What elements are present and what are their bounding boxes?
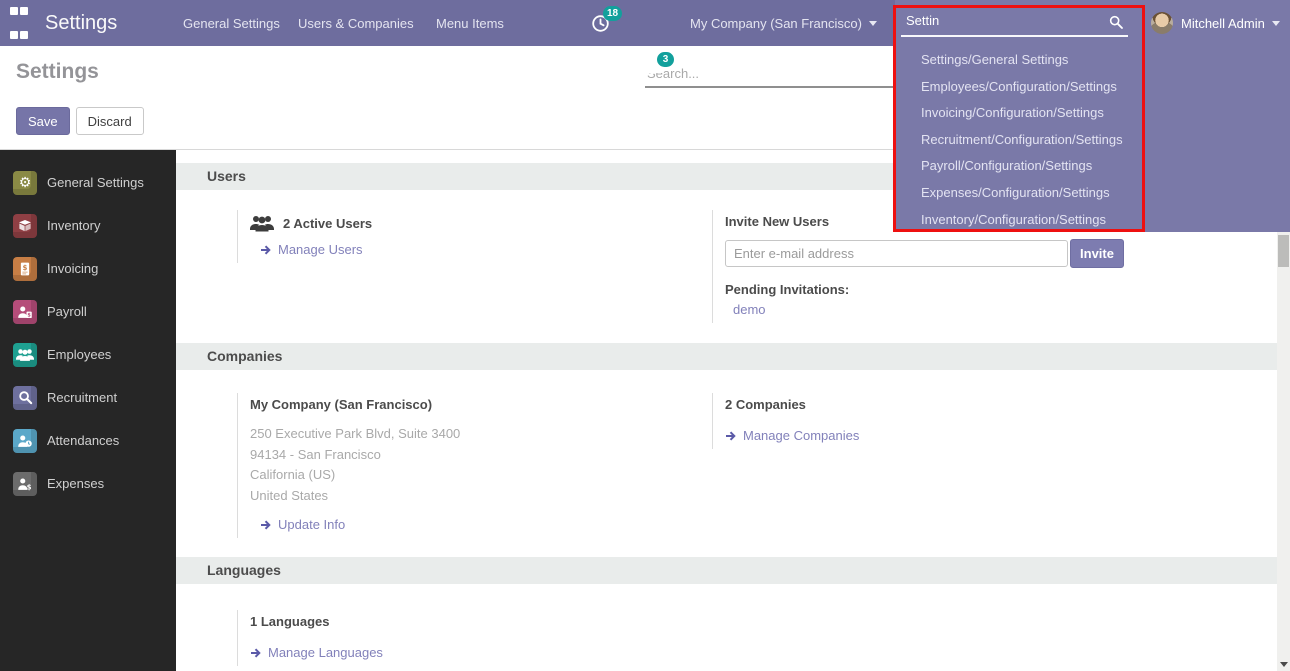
nav-item-menu-items[interactable]: Menu Items: [436, 0, 504, 46]
user-menu[interactable]: Mitchell Admin: [1151, 0, 1280, 46]
sidebar-item-employees[interactable]: Employees: [0, 333, 176, 376]
search-icon[interactable]: [1108, 14, 1124, 30]
active-users-setting: 2 Active Users Manage Users: [237, 210, 567, 263]
magnifier-icon: [13, 386, 37, 410]
app-title[interactable]: Settings: [45, 0, 117, 46]
payroll-icon: $: [13, 300, 37, 324]
arrow-right-icon: [260, 244, 272, 256]
vertical-scrollbar[interactable]: [1277, 232, 1290, 671]
employees-icon: [13, 343, 37, 367]
invite-button[interactable]: Invite: [1070, 239, 1124, 268]
search-suggestion[interactable]: Inventory/Configuration/Settings: [895, 207, 1146, 234]
attendance-icon: [13, 429, 37, 453]
search-query-text: Settin: [906, 13, 939, 28]
manage-languages-link[interactable]: Manage Languages: [250, 645, 567, 660]
save-button[interactable]: Save: [16, 107, 70, 135]
avatar: [1151, 12, 1173, 34]
invite-email-input[interactable]: [725, 240, 1068, 267]
company-name: My Company (San Francisco): [250, 397, 667, 412]
pending-user-link[interactable]: demo: [725, 302, 1142, 317]
companies-count: 2 Companies: [725, 397, 1012, 412]
navbar-search-input[interactable]: Settin: [901, 8, 1128, 37]
update-info-link[interactable]: Update Info: [260, 517, 667, 532]
invoice-icon: $: [13, 257, 37, 281]
search-suggestion[interactable]: Settings/General Settings: [895, 47, 1146, 74]
svg-text:$: $: [23, 263, 28, 271]
company-setting: My Company (San Francisco) 250 Executive…: [237, 393, 667, 538]
arrow-right-icon: [260, 519, 272, 531]
search-suggestion[interactable]: Employees/Configuration/Settings: [895, 74, 1146, 101]
scroll-down-arrow-icon[interactable]: [1280, 662, 1288, 667]
arrow-right-icon: [725, 430, 737, 442]
search-suggestion[interactable]: Payroll/Configuration/Settings: [895, 153, 1146, 180]
languages-count: 1 Languages: [250, 614, 567, 629]
sidebar-item-expenses[interactable]: $ Expenses: [0, 462, 176, 505]
nav-item-general-settings[interactable]: General Settings: [183, 0, 280, 46]
users-group-icon: [250, 214, 274, 232]
active-users-count: 2 Active Users: [283, 216, 372, 231]
chevron-down-icon: [1272, 21, 1280, 26]
app-window: Settings General Settings Users & Compan…: [0, 0, 1290, 671]
languages-setting: 1 Languages Manage Languages: [237, 610, 567, 666]
company-address: 250 Executive Park Blvd, Suite 3400 9413…: [250, 424, 667, 506]
chevron-down-icon: [869, 21, 877, 26]
box-icon: [13, 214, 37, 238]
apps-menu-icon[interactable]: [10, 0, 30, 46]
search-suggestions-list: Settings/General Settings Employees/Conf…: [895, 47, 1146, 233]
expense-icon: $: [13, 472, 37, 496]
gear-icon: ⚙: [13, 171, 37, 195]
sidebar-item-recruitment[interactable]: Recruitment: [0, 376, 176, 419]
manage-companies-link[interactable]: Manage Companies: [725, 428, 1012, 443]
breadcrumb: Settings: [16, 60, 99, 84]
sidebar-item-general-settings[interactable]: ⚙ General Settings: [0, 161, 176, 204]
arrow-right-icon: [250, 647, 262, 659]
settings-sidebar: ⚙ General Settings Inventory $ Invoicing…: [0, 150, 176, 671]
sidebar-item-invoicing[interactable]: $ Invoicing: [0, 247, 176, 290]
svg-text:$: $: [27, 483, 32, 491]
discard-button[interactable]: Discard: [76, 107, 144, 135]
messages-badge: 3: [657, 52, 674, 67]
search-suggestion[interactable]: Invoicing/Configuration/Settings: [895, 100, 1146, 127]
nav-item-users-companies[interactable]: Users & Companies: [298, 0, 414, 46]
scrollbar-thumb[interactable]: [1278, 235, 1289, 267]
search-suggestion[interactable]: Expenses/Configuration/Settings: [895, 180, 1146, 207]
user-name: Mitchell Admin: [1181, 16, 1265, 31]
company-switcher-label: My Company (San Francisco): [690, 16, 862, 31]
companies-count-setting: 2 Companies Manage Companies: [712, 393, 1012, 449]
sidebar-item-inventory[interactable]: Inventory: [0, 204, 176, 247]
sidebar-item-payroll[interactable]: $ Payroll: [0, 290, 176, 333]
activity-badge: 18: [603, 6, 622, 21]
sidebar-item-attendances[interactable]: Attendances: [0, 419, 176, 462]
manage-users-link[interactable]: Manage Users: [260, 242, 567, 257]
company-switcher[interactable]: My Company (San Francisco): [690, 0, 877, 46]
search-suggestion[interactable]: Recruitment/Configuration/Settings: [895, 127, 1146, 154]
section-header-companies: Companies: [176, 343, 1277, 370]
pending-invitations-label: Pending Invitations:: [725, 282, 1142, 297]
section-header-languages: Languages: [176, 557, 1277, 584]
